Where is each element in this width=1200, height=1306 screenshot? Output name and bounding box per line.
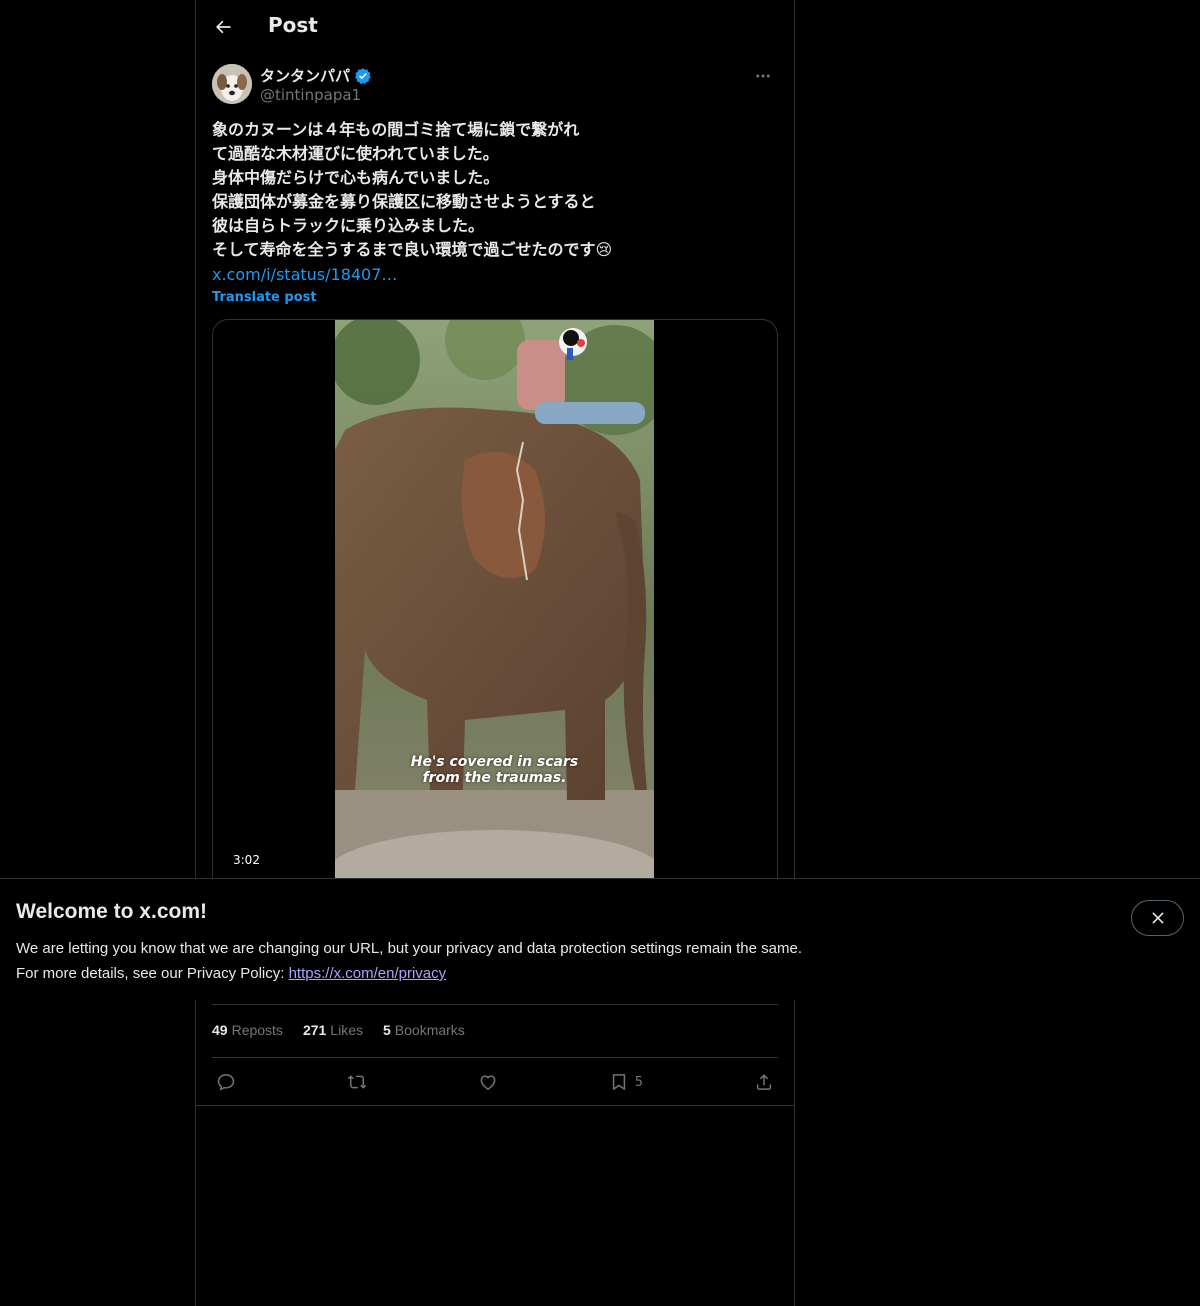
reposts-stat[interactable]: 49 Reposts (212, 1022, 283, 1038)
repost-icon (347, 1075, 367, 1089)
banner-text-prefix: For more details, see our Privacy Policy… (16, 965, 289, 982)
post-text-line: 保護団体が募金を募り保護区に移動させようとすると (212, 192, 596, 211)
video-caption: He's covered in scars from the traumas. (335, 754, 654, 786)
repost-button[interactable] (343, 1066, 371, 1098)
privacy-policy-link[interactable]: https://x.com/en/privacy (289, 965, 447, 982)
bookmarks-count: 5 (382, 1022, 391, 1038)
close-banner-button[interactable] (1131, 900, 1184, 936)
dog-avatar-image (212, 64, 252, 104)
top-bar: Post (196, 0, 794, 54)
banner-title: Welcome to x.com! (16, 900, 207, 923)
video-player[interactable]: He's covered in scars from the traumas. … (212, 319, 778, 919)
avatar[interactable] (212, 64, 252, 104)
video-caption-line: from the traumas. (422, 770, 567, 786)
divider (212, 1004, 778, 1005)
welcome-banner: Welcome to x.com! We are letting you kno… (0, 878, 1200, 1000)
author-handle[interactable]: @tintinpapa1 (260, 86, 361, 104)
arrow-left-icon (216, 20, 231, 34)
divider (196, 1105, 794, 1106)
post-text-line: 象のカヌーンは４年もの間ゴミ捨て場に鎖で繋がれ (212, 120, 580, 139)
video-duration: 3:02 (225, 851, 268, 869)
likes-label: Likes (330, 1022, 363, 1038)
banner-text-line: For more details, see our Privacy Policy… (16, 961, 802, 986)
page-title: Post (268, 13, 318, 37)
translate-post-button[interactable]: Translate post (212, 290, 317, 305)
reposts-label: Reposts (231, 1022, 283, 1038)
verified-badge-icon (355, 67, 371, 84)
close-icon (1152, 912, 1163, 924)
elephant-video-still (335, 320, 654, 918)
post-text-line: 身体中傷だらけで心も病んでいました。 (212, 168, 500, 187)
like-button[interactable] (474, 1066, 502, 1098)
bookmarks-stat[interactable]: 5 Bookmarks (383, 1022, 465, 1038)
divider (212, 1057, 778, 1058)
share-button[interactable] (750, 1066, 778, 1098)
post-actions: 5 (212, 1066, 778, 1098)
post-status-link[interactable]: x.com/i/status/18407… (212, 263, 397, 287)
more-dots-icon (756, 74, 770, 78)
main-column: Post タンタンパパ @tintinpapa1 象のカヌーンは４年もの間ゴミ捨… (195, 0, 795, 1306)
reposts-count: 49 (212, 1022, 228, 1038)
post-text-line: て過酷な木材運びに使われていました。 (212, 144, 499, 163)
author-name-text: タンタンパパ (260, 67, 351, 85)
bookmark-icon (612, 1074, 625, 1090)
post-author: タンタンパパ @tintinpapa1 (212, 64, 778, 108)
video-frame: He's covered in scars from the traumas. (335, 320, 654, 918)
engagement-stats: 49 Reposts 271 Likes 5 Bookmarks (212, 1022, 465, 1038)
back-button[interactable] (208, 12, 238, 42)
bookmark-count: 5 (634, 1074, 644, 1090)
post-text-line: そして寿命を全うするまで良い環境で過ごせたのです😢 (212, 240, 613, 259)
author-name[interactable]: タンタンパパ (260, 65, 372, 86)
likes-stat[interactable]: 271 Likes (303, 1022, 363, 1038)
reply-icon (217, 1074, 235, 1091)
bookmarks-label: Bookmarks (394, 1022, 465, 1038)
heart-icon (480, 1075, 496, 1090)
more-options-button[interactable] (748, 64, 778, 88)
post-text-line: 彼は自らトラックに乗り込みました。 (212, 216, 485, 235)
banner-text: We are letting you know that we are chan… (16, 936, 802, 986)
reply-button[interactable] (212, 1066, 240, 1098)
share-icon (756, 1074, 772, 1090)
bookmark-button[interactable]: 5 (605, 1066, 647, 1098)
banner-text-line: We are letting you know that we are chan… (16, 940, 802, 957)
likes-count: 271 (302, 1022, 327, 1038)
post-text: 象のカヌーンは４年もの間ゴミ捨て場に鎖で繋がれ て過酷な木材運びに使われていまし… (212, 118, 772, 262)
video-caption-line: He's covered in scars (410, 754, 579, 770)
